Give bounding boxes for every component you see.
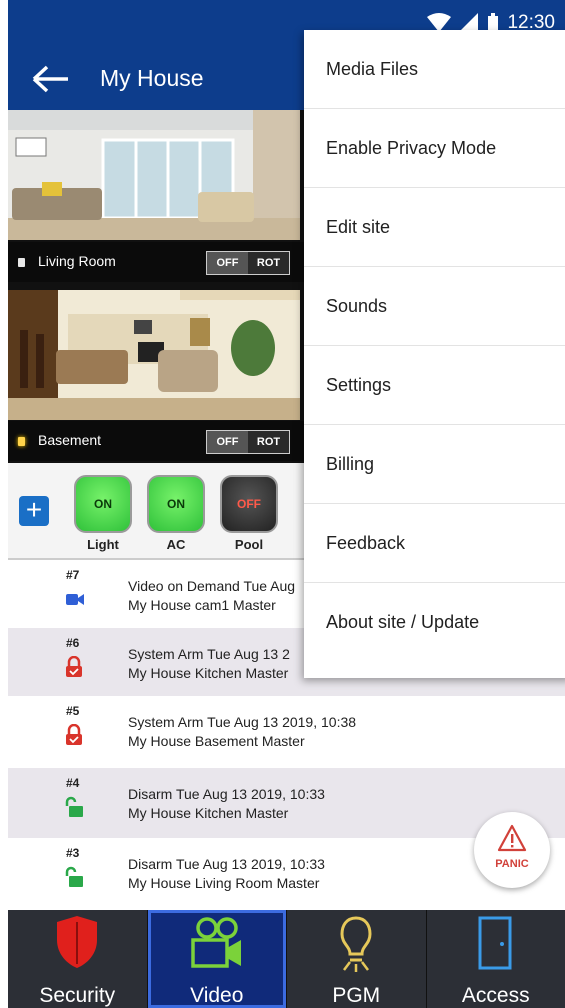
lock-open-icon bbox=[65, 796, 83, 817]
tab-label: Video bbox=[190, 984, 244, 1007]
status-dot bbox=[18, 437, 25, 446]
device-ac[interactable]: ON AC bbox=[147, 475, 205, 552]
event-detail: My House Kitchen Master bbox=[128, 665, 289, 681]
camera-feed-image bbox=[8, 290, 300, 420]
menu-item-edit-site[interactable]: Edit site bbox=[304, 188, 565, 267]
menu-item-settings[interactable]: Settings bbox=[304, 346, 565, 425]
device-name: AC bbox=[166, 537, 186, 552]
back-arrow-icon[interactable] bbox=[30, 64, 70, 94]
camera-feed-image bbox=[8, 110, 300, 240]
event-number: #4 bbox=[66, 776, 80, 790]
status-dot bbox=[18, 258, 25, 267]
tab-pgm[interactable]: PGM bbox=[287, 910, 427, 1008]
event-detail: My House Basement Master bbox=[128, 733, 305, 749]
menu-item-about-site-update[interactable]: About site / Update bbox=[304, 583, 565, 662]
event-title: Video on Demand Tue Aug bbox=[128, 578, 296, 594]
toggle-off[interactable]: OFF bbox=[207, 252, 248, 274]
event-detail: My House cam1 Master bbox=[128, 597, 276, 613]
event-title: Disarm Tue Aug 13 2019, 10:33 bbox=[128, 786, 325, 802]
event-title: System Arm Tue Aug 13 2 bbox=[128, 646, 290, 662]
panic-button[interactable]: PANIC bbox=[474, 812, 550, 888]
toggle-rotate[interactable]: ROT bbox=[248, 431, 289, 453]
tab-label: PGM bbox=[332, 984, 381, 1007]
privacy-toggle[interactable]: OFF ROT bbox=[206, 430, 290, 454]
camera-name: Basement bbox=[38, 432, 102, 448]
menu-item-billing[interactable]: Billing bbox=[304, 425, 565, 504]
event-title: Disarm Tue Aug 13 2019, 10:33 bbox=[128, 856, 325, 872]
event-number: #5 bbox=[66, 704, 80, 718]
tab-access[interactable]: Access bbox=[426, 910, 565, 1008]
shield-icon bbox=[57, 916, 98, 968]
camera-name: Living Room bbox=[38, 253, 116, 269]
event-detail: My House Living Room Master bbox=[128, 875, 320, 891]
toggle-off[interactable]: OFF bbox=[207, 431, 248, 453]
menu-item-enable-privacy-mode[interactable]: Enable Privacy Mode bbox=[304, 109, 565, 188]
page-title: My House bbox=[100, 65, 204, 91]
tab-security[interactable]: Security bbox=[8, 910, 148, 1008]
device-name: Pool bbox=[234, 537, 264, 552]
overflow-menu: Media Files Enable Privacy Mode Edit sit… bbox=[304, 30, 565, 678]
menu-item-media-files[interactable]: Media Files bbox=[304, 30, 565, 109]
device-light[interactable]: ON Light bbox=[74, 475, 132, 552]
tab-video[interactable]: Video bbox=[147, 910, 287, 1008]
add-device-button[interactable]: + bbox=[19, 496, 49, 526]
event-title: System Arm Tue Aug 13 2019, 10:38 bbox=[128, 714, 357, 730]
app-screen: 12:30 My House Living Room OFF ROT Basem… bbox=[8, 0, 565, 1008]
event-number: #7 bbox=[66, 568, 80, 582]
event-number: #6 bbox=[66, 636, 80, 650]
video-camera-icon bbox=[191, 917, 241, 968]
device-name: Light bbox=[87, 537, 119, 552]
toggle-rotate[interactable]: ROT bbox=[248, 252, 289, 274]
device-pool[interactable]: OFF Pool bbox=[220, 475, 278, 552]
list-item[interactable]: #5 System Arm Tue Aug 13 2019, 10:38 My … bbox=[8, 696, 565, 768]
bottom-navigation: Security Video PGM Access bbox=[8, 910, 565, 1008]
privacy-toggle[interactable]: OFF ROT bbox=[206, 251, 290, 275]
warning-icon bbox=[497, 824, 527, 852]
device-toggle-button[interactable]: ON bbox=[74, 475, 132, 533]
device-toggle-button[interactable]: OFF bbox=[220, 475, 278, 533]
menu-item-sounds[interactable]: Sounds bbox=[304, 267, 565, 346]
lock-closed-icon bbox=[66, 724, 82, 745]
tab-label: Access bbox=[461, 984, 530, 1007]
panic-label: PANIC bbox=[495, 858, 529, 870]
lock-closed-icon bbox=[66, 656, 82, 677]
video-camera-icon bbox=[66, 594, 84, 605]
event-detail: My House Kitchen Master bbox=[128, 805, 289, 821]
lightbulb-icon bbox=[340, 916, 372, 972]
event-number: #3 bbox=[66, 846, 80, 860]
menu-item-feedback[interactable]: Feedback bbox=[304, 504, 565, 583]
lock-open-icon bbox=[65, 866, 83, 887]
device-toggle-button[interactable]: ON bbox=[147, 475, 205, 533]
tab-label: Security bbox=[39, 984, 116, 1007]
door-icon bbox=[478, 916, 512, 970]
